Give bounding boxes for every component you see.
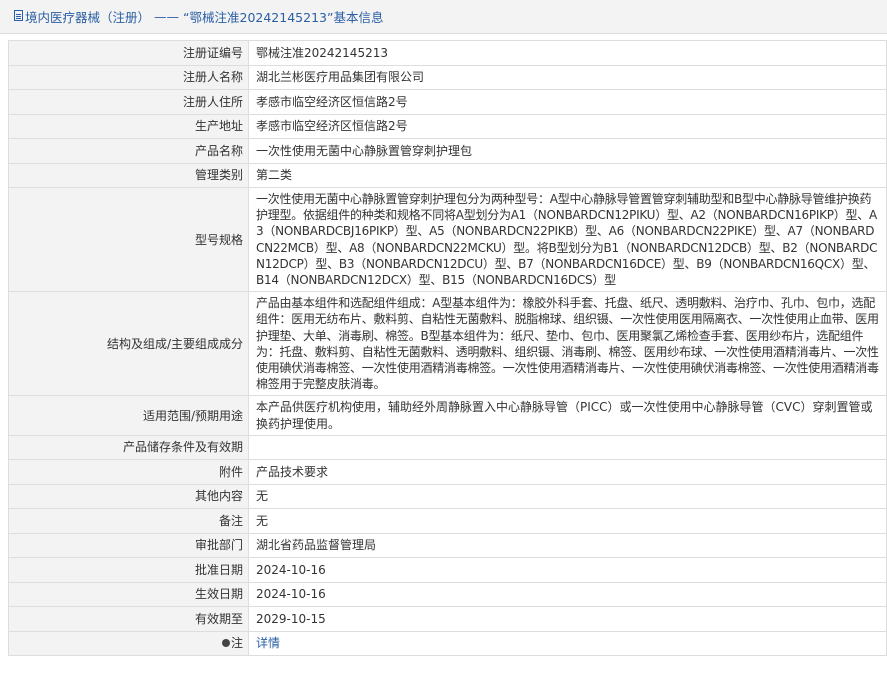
table-row: 结构及组成/主要组成成分 产品由基本组件和选配组件组成：A型基本组件为：橡胶外科… [8, 291, 887, 397]
field-label: 生效日期 [8, 581, 249, 608]
field-label: 型号规格 [8, 186, 249, 293]
breadcrumb-category[interactable]: 境内医疗器械（注册） [25, 7, 150, 26]
table-row: 注册证编号 鄂械注准20242145213 [8, 40, 887, 66]
field-value: 2024-10-16 [248, 557, 887, 583]
field-value: 湖北省药品监督管理局 [248, 532, 887, 559]
table-row: 备注 无 [8, 508, 887, 534]
field-value: 无 [248, 483, 887, 510]
table-row: 批准日期 2024-10-16 [8, 557, 887, 583]
table-row: 生产地址 孝感市临空经济区恒信路2号 [8, 113, 887, 139]
detail-table-container: 注册证编号 鄂械注准20242145213 注册人名称 湖北兰彬医疗用品集团有限… [8, 40, 887, 657]
field-value: 产品技术要求 [248, 459, 887, 485]
field-label: 备注 [8, 508, 249, 534]
field-label: 结构及组成/主要组成成分 [8, 291, 249, 397]
field-label: 适用范围/预期用途 [8, 395, 249, 436]
table-row: 有效期至 2029-10-15 [8, 606, 887, 632]
pin-icon [221, 639, 230, 648]
field-value [248, 434, 887, 461]
field-label: 管理类别 [8, 162, 249, 188]
field-label: 产品名称 [8, 138, 249, 164]
field-label: 有效期至 [8, 606, 249, 632]
table-row: 适用范围/预期用途 本产品供医疗机构使用，辅助经外周静脉置入中心静脉导管（PIC… [8, 395, 887, 436]
field-value: 本产品供医疗机构使用，辅助经外周静脉置入中心静脉导管（PICC）或一次性使用中心… [248, 395, 887, 436]
note-value-cell: 详情 [248, 630, 887, 657]
field-label: 注册人住所 [8, 89, 249, 115]
detail-table: 注册证编号 鄂械注准20242145213 注册人名称 湖北兰彬医疗用品集团有限… [8, 40, 887, 657]
field-label: 审批部门 [8, 532, 249, 559]
field-label: 批准日期 [8, 557, 249, 583]
field-value: 湖北兰彬医疗用品集团有限公司 [248, 64, 887, 90]
field-value: 无 [248, 508, 887, 534]
field-value: 第二类 [248, 162, 887, 188]
table-row: 附件 产品技术要求 [8, 459, 887, 485]
table-row: 产品储存条件及有效期 [8, 434, 887, 461]
table-row: 注册人名称 湖北兰彬医疗用品集团有限公司 [8, 64, 887, 90]
breadcrumb: 境内医疗器械（注册） —— “鄂械注准20242145213”基本信息 [0, 0, 887, 34]
field-value: 2029-10-15 [248, 606, 887, 632]
table-row: 产品名称 一次性使用无菌中心静脉置管穿刺护理包 [8, 138, 887, 164]
field-value: 一次性使用无菌中心静脉置管穿刺护理包 [248, 138, 887, 164]
note-label-cell: 注 [8, 630, 249, 657]
field-label: 附件 [8, 459, 249, 485]
table-row: 注册人住所 孝感市临空经济区恒信路2号 [8, 89, 887, 115]
document-icon [14, 10, 23, 21]
field-value: 2024-10-16 [248, 581, 887, 608]
field-value: 产品由基本组件和选配组件组成：A型基本组件为：橡胶外科手套、托盘、纸尺、透明敷料… [248, 291, 887, 397]
field-value: 孝感市临空经济区恒信路2号 [248, 89, 887, 115]
field-value: 鄂械注准20242145213 [248, 40, 887, 66]
table-row: 型号规格 一次性使用无菌中心静脉置管穿刺护理包分为两种型号：A型中心静脉导管置管… [8, 186, 887, 293]
table-row: 其他内容 无 [8, 483, 887, 510]
breadcrumb-separator: —— [154, 9, 180, 24]
table-row: 生效日期 2024-10-16 [8, 581, 887, 608]
field-value: 一次性使用无菌中心静脉置管穿刺护理包分为两种型号：A型中心静脉导管置管穿刺辅助型… [248, 186, 887, 293]
details-link[interactable]: 详情 [256, 636, 280, 650]
field-label: 其他内容 [8, 483, 249, 510]
field-label: 注册证编号 [8, 40, 249, 66]
table-row: 管理类别 第二类 [8, 162, 887, 188]
field-label: 注册人名称 [8, 64, 249, 90]
field-label: 生产地址 [8, 113, 249, 139]
table-row-note: 注 详情 [8, 630, 887, 657]
field-label: 产品储存条件及有效期 [8, 434, 249, 461]
field-value: 孝感市临空经济区恒信路2号 [248, 113, 887, 139]
table-row: 审批部门 湖北省药品监督管理局 [8, 532, 887, 559]
breadcrumb-current: “鄂械注准20242145213”基本信息 [183, 10, 384, 25]
note-label: 注 [230, 636, 243, 651]
